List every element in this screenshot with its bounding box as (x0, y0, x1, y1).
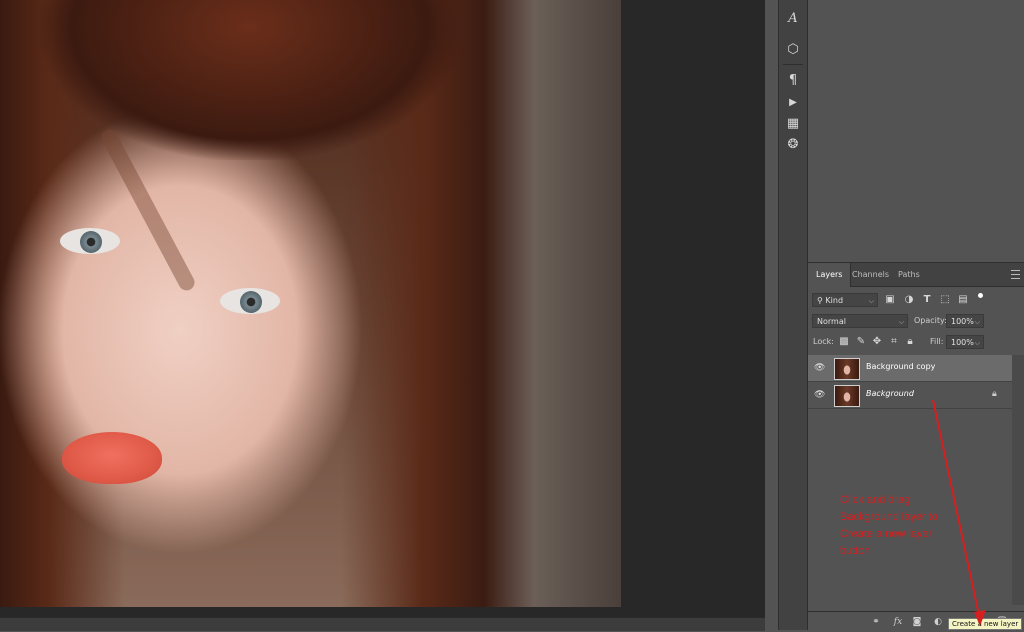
strip-divider (783, 64, 803, 65)
adjustment-layer-icon[interactable]: ◐ (932, 616, 944, 628)
panel-menu-icon[interactable] (1011, 270, 1020, 279)
tab-paths[interactable]: Paths (890, 263, 928, 286)
swatches-icon[interactable]: ❂ (783, 136, 803, 154)
lock-artboard-icon[interactable]: ⌗ (888, 336, 900, 348)
annotation-line: Create a new layer (840, 528, 933, 540)
lock-position-icon[interactable]: ✥ (871, 336, 883, 348)
lock-transparent-icon[interactable]: ▩ (838, 336, 850, 348)
visibility-eye-icon[interactable]: 👁︎ (814, 363, 825, 373)
grid-icon[interactable]: ▦ (783, 115, 803, 133)
shape-filter-icon[interactable]: ⬚ (939, 294, 951, 306)
layer-name: Background copy (866, 362, 936, 371)
smart-object-filter-icon[interactable]: ▤ (957, 294, 969, 306)
3d-cube-icon[interactable]: ⬡ (783, 41, 803, 59)
blend-mode-select[interactable]: Normal ⌵ (812, 314, 908, 328)
lock-label: Lock: (813, 337, 834, 346)
fx-icon[interactable]: fx (892, 616, 904, 628)
horizontal-scrollbar[interactable] (0, 617, 765, 631)
panel-gutter (765, 0, 778, 630)
right-eye (220, 288, 280, 314)
filter-kind-select[interactable]: ⚲ Kind ⌵ (812, 293, 878, 307)
chevron-down-icon: ⌵ (898, 318, 904, 326)
instruction-annotation: Click and drag Background layer to Creat… (840, 492, 970, 560)
empty-panel-area (808, 0, 1024, 260)
document-canvas[interactable] (0, 0, 765, 617)
fill-label: Fill: (930, 337, 944, 346)
chevron-down-icon: ⌵ (974, 318, 980, 326)
chevron-down-icon: ⌵ (974, 339, 980, 347)
lock-paint-icon[interactable]: ✎ (855, 336, 867, 348)
fill-field[interactable]: 100% ⌵ (946, 335, 984, 349)
annotation-line: button (840, 545, 871, 557)
layers-panel: Layers Channels Paths ⚲ Kind ⌵ ▣ ◑ T ⬚ ▤ … (808, 262, 1024, 632)
type-filter-icon[interactable]: T (921, 294, 933, 306)
left-eye (60, 228, 120, 254)
lock-all-icon[interactable]: 🔒︎ (904, 336, 916, 348)
layer-thumbnail (834, 358, 860, 380)
chevron-down-icon: ⌵ (868, 297, 874, 305)
annotation-line: Background layer to (840, 511, 938, 523)
paragraph-icon[interactable]: ¶ (783, 72, 803, 90)
adjustment-filter-icon[interactable]: ◑ (903, 294, 915, 306)
link-layers-icon[interactable]: ⚭ (870, 616, 882, 628)
blend-mode-value: Normal (817, 317, 846, 326)
pixel-filter-icon[interactable]: ▣ (884, 294, 896, 306)
annotation-line: Click and drag (840, 494, 911, 506)
opacity-value: 100% (951, 317, 974, 326)
opacity-field[interactable]: 100% ⌵ (946, 314, 984, 328)
layer-row-background[interactable]: 👁︎ Background 🔒︎ (808, 382, 1012, 409)
panel-tabs: Layers Channels Paths (808, 263, 1024, 287)
opacity-label: Opacity: (914, 316, 947, 325)
character-icon[interactable]: A (783, 10, 803, 28)
visibility-eye-icon[interactable]: 👁︎ (814, 390, 825, 400)
filter-kind-label: Kind (825, 296, 844, 305)
portrait-photo[interactable] (0, 0, 621, 607)
play-icon[interactable]: ▶ (783, 94, 803, 112)
layers-scrollbar[interactable] (1012, 355, 1024, 605)
layer-row-background-copy[interactable]: 👁︎ Background copy (808, 355, 1012, 382)
add-mask-icon[interactable]: ◙ (911, 616, 923, 628)
filter-toggle-icon[interactable] (978, 293, 983, 298)
collapsed-panel-strip: A ⬡ ¶ ▶ ▦ ❂ (778, 0, 808, 630)
fill-value: 100% (951, 338, 974, 347)
layer-thumbnail (834, 385, 860, 407)
layer-name: Background (866, 389, 914, 398)
new-layer-tooltip: Create a new layer (948, 618, 1023, 630)
lock-icon: 🔒︎ (992, 389, 997, 399)
lips (62, 432, 162, 484)
